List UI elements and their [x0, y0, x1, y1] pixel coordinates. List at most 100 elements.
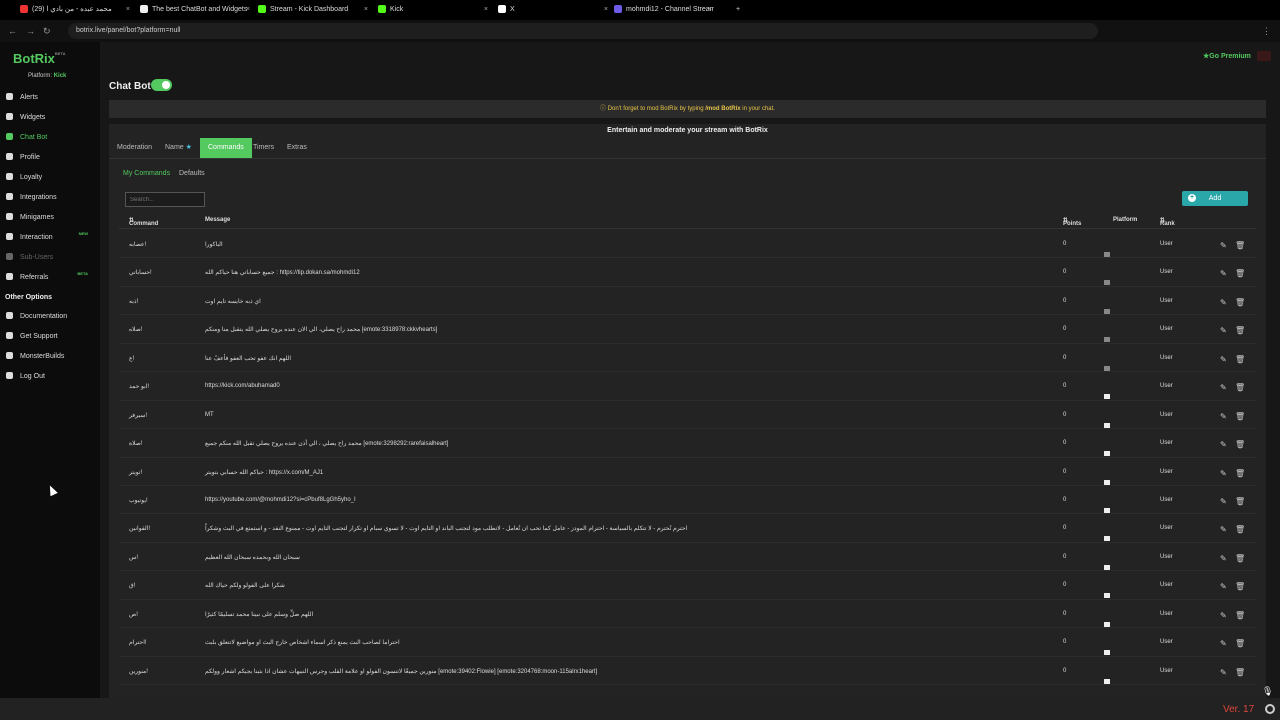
back-icon[interactable]: ← [8, 25, 17, 37]
minigames-icon [6, 213, 13, 220]
browser-tab[interactable]: X × [498, 3, 610, 19]
edit-icon[interactable]: ✎ [1220, 639, 1227, 648]
new-tab-button[interactable]: + [736, 3, 740, 19]
col-rank[interactable]: Rank ⇅ [1160, 217, 1175, 227]
add-command-button[interactable]: Add [1182, 191, 1248, 206]
rank-cell: User [1160, 354, 1173, 361]
microphone-icon[interactable]: 🎙 [1262, 686, 1273, 697]
search-input[interactable] [125, 192, 205, 207]
sidebar-item-minigames[interactable]: Minigames [6, 213, 96, 223]
subtab-my-commands[interactable]: My Commands [123, 170, 170, 177]
delete-icon[interactable]: 🗑 [1235, 355, 1245, 364]
edit-icon[interactable]: ✎ [1220, 298, 1227, 307]
edit-icon[interactable]: ✎ [1220, 355, 1227, 364]
sidebar-item-alerts[interactable]: Alerts [6, 93, 96, 103]
settings-icon[interactable] [1265, 704, 1275, 714]
delete-icon[interactable]: 🗑 [1235, 440, 1245, 449]
sidebar-item-loyalty[interactable]: Loyalty [6, 173, 96, 183]
sidebar-item-monsterbuilds[interactable]: MonsterBuilds [6, 352, 96, 362]
delete-icon[interactable]: 🗑 [1235, 412, 1245, 421]
sidebar-item-log-out[interactable]: Log Out [6, 372, 96, 382]
tab-timers[interactable]: Timers [245, 138, 282, 158]
close-tab-icon[interactable]: × [708, 3, 712, 17]
edit-icon[interactable]: ✎ [1220, 469, 1227, 478]
delete-icon[interactable]: 🗑 [1235, 326, 1245, 335]
delete-icon[interactable]: 🗑 [1235, 298, 1245, 307]
edit-icon[interactable]: ✎ [1220, 525, 1227, 534]
avatar[interactable] [1257, 51, 1271, 61]
sidebar-item-label: Sub-Users [20, 254, 54, 261]
close-tab-icon[interactable]: × [246, 3, 250, 17]
edit-icon[interactable]: ✎ [1220, 582, 1227, 591]
x-icon [1104, 252, 1110, 257]
close-tab-icon[interactable]: × [484, 3, 488, 17]
points-cell: 0 [1063, 468, 1067, 475]
integrations-icon [6, 193, 13, 200]
edit-icon[interactable]: ✎ [1220, 326, 1227, 335]
delete-icon[interactable]: 🗑 [1235, 241, 1245, 250]
delete-icon[interactable]: 🗑 [1235, 611, 1245, 620]
browser-tab[interactable]: The best ChatBot and Widgets × [140, 3, 252, 19]
table-row: !ابو حمد https://kick.com/abuhamad0 0 User ✎… [119, 372, 1256, 401]
sidebar-item-profile[interactable]: Profile [6, 153, 96, 163]
sidebar-item-get-support[interactable]: Get Support [6, 332, 96, 342]
edit-icon[interactable]: ✎ [1220, 269, 1227, 278]
go-premium-link[interactable]: ★Go Premium [1203, 52, 1251, 60]
command-cell: !ق [129, 583, 136, 590]
delete-icon[interactable]: 🗑 [1235, 269, 1245, 278]
sidebar-item-widgets[interactable]: Widgets [6, 113, 96, 123]
edit-icon[interactable]: ✎ [1220, 241, 1227, 250]
edit-icon[interactable]: ✎ [1220, 668, 1227, 677]
tab-moderation[interactable]: Moderation [109, 138, 160, 158]
sidebar-item-interaction[interactable]: Interaction NEW [6, 231, 96, 243]
table-row: !منورين منورين جميعًا لاتنسون الفولو او ع… [119, 657, 1256, 685]
delete-icon[interactable]: 🗑 [1235, 639, 1245, 648]
col-points[interactable]: Points ⇅ [1063, 217, 1081, 227]
sidebar-item-integrations[interactable]: Integrations [6, 193, 96, 203]
delete-icon[interactable]: 🗑 [1235, 582, 1245, 591]
logo-text: BotRix [13, 51, 55, 66]
sidebar-item-sub-users[interactable]: Sub-Users [6, 253, 96, 263]
browser-tab[interactable]: Kick × [378, 3, 490, 19]
browser-tab[interactable]: mohmdi12 - Channel Stream × [614, 3, 714, 19]
points-cell: 0 [1063, 326, 1067, 333]
command-cell: !ذبه [129, 298, 139, 305]
logout-icon [6, 372, 13, 379]
browser-tab[interactable]: Stream - Kick Dashboard × [258, 3, 370, 19]
delete-icon[interactable]: 🗑 [1235, 497, 1245, 506]
delete-icon[interactable]: 🗑 [1235, 668, 1245, 677]
sidebar-item-referrals[interactable]: Referrals BETA [6, 271, 96, 283]
edit-icon[interactable]: ✎ [1220, 611, 1227, 620]
delete-icon[interactable]: 🗑 [1235, 383, 1245, 392]
edit-icon[interactable]: ✎ [1220, 412, 1227, 421]
close-tab-icon[interactable]: × [126, 3, 130, 17]
tab-name[interactable]: Name ★ [157, 138, 200, 158]
menu-icon[interactable]: ⋮ [1262, 25, 1271, 37]
close-tab-icon[interactable]: × [364, 3, 368, 17]
rank-cell: User [1160, 610, 1173, 617]
edit-icon[interactable]: ✎ [1220, 383, 1227, 392]
botrix-logo[interactable]: BotRixBETA [13, 51, 65, 66]
browser-tab[interactable]: محمد عبده - من بادي ا (29) × [20, 3, 132, 19]
edit-icon[interactable]: ✎ [1220, 440, 1227, 449]
command-cell: !حساباتي [129, 270, 152, 277]
sidebar-item-chat-bot[interactable]: Chat Bot [6, 133, 96, 143]
url-field[interactable]: botrix.live/panel/bot?platform=null [68, 23, 1098, 39]
col-rank-label: Rank [1160, 221, 1175, 227]
forward-icon[interactable]: → [26, 25, 35, 37]
delete-icon[interactable]: 🗑 [1235, 525, 1245, 534]
edit-icon[interactable]: ✎ [1220, 554, 1227, 563]
interaction-icon [6, 233, 13, 240]
chat-bot-toggle[interactable] [151, 79, 172, 91]
close-tab-icon[interactable]: × [604, 3, 608, 17]
sidebar-item-documentation[interactable]: Documentation [6, 312, 96, 322]
tab-extras[interactable]: Extras [279, 138, 315, 158]
delete-icon[interactable]: 🗑 [1235, 554, 1245, 563]
subtab-defaults[interactable]: Defaults [179, 170, 205, 177]
edit-icon[interactable]: ✎ [1220, 497, 1227, 506]
version-label: Ver. 17 [1223, 704, 1255, 715]
reload-icon[interactable]: ↻ [43, 25, 51, 37]
x-icon [1104, 650, 1110, 656]
delete-icon[interactable]: 🗑 [1235, 469, 1245, 478]
col-command[interactable]: Command ⇅ [129, 217, 158, 227]
